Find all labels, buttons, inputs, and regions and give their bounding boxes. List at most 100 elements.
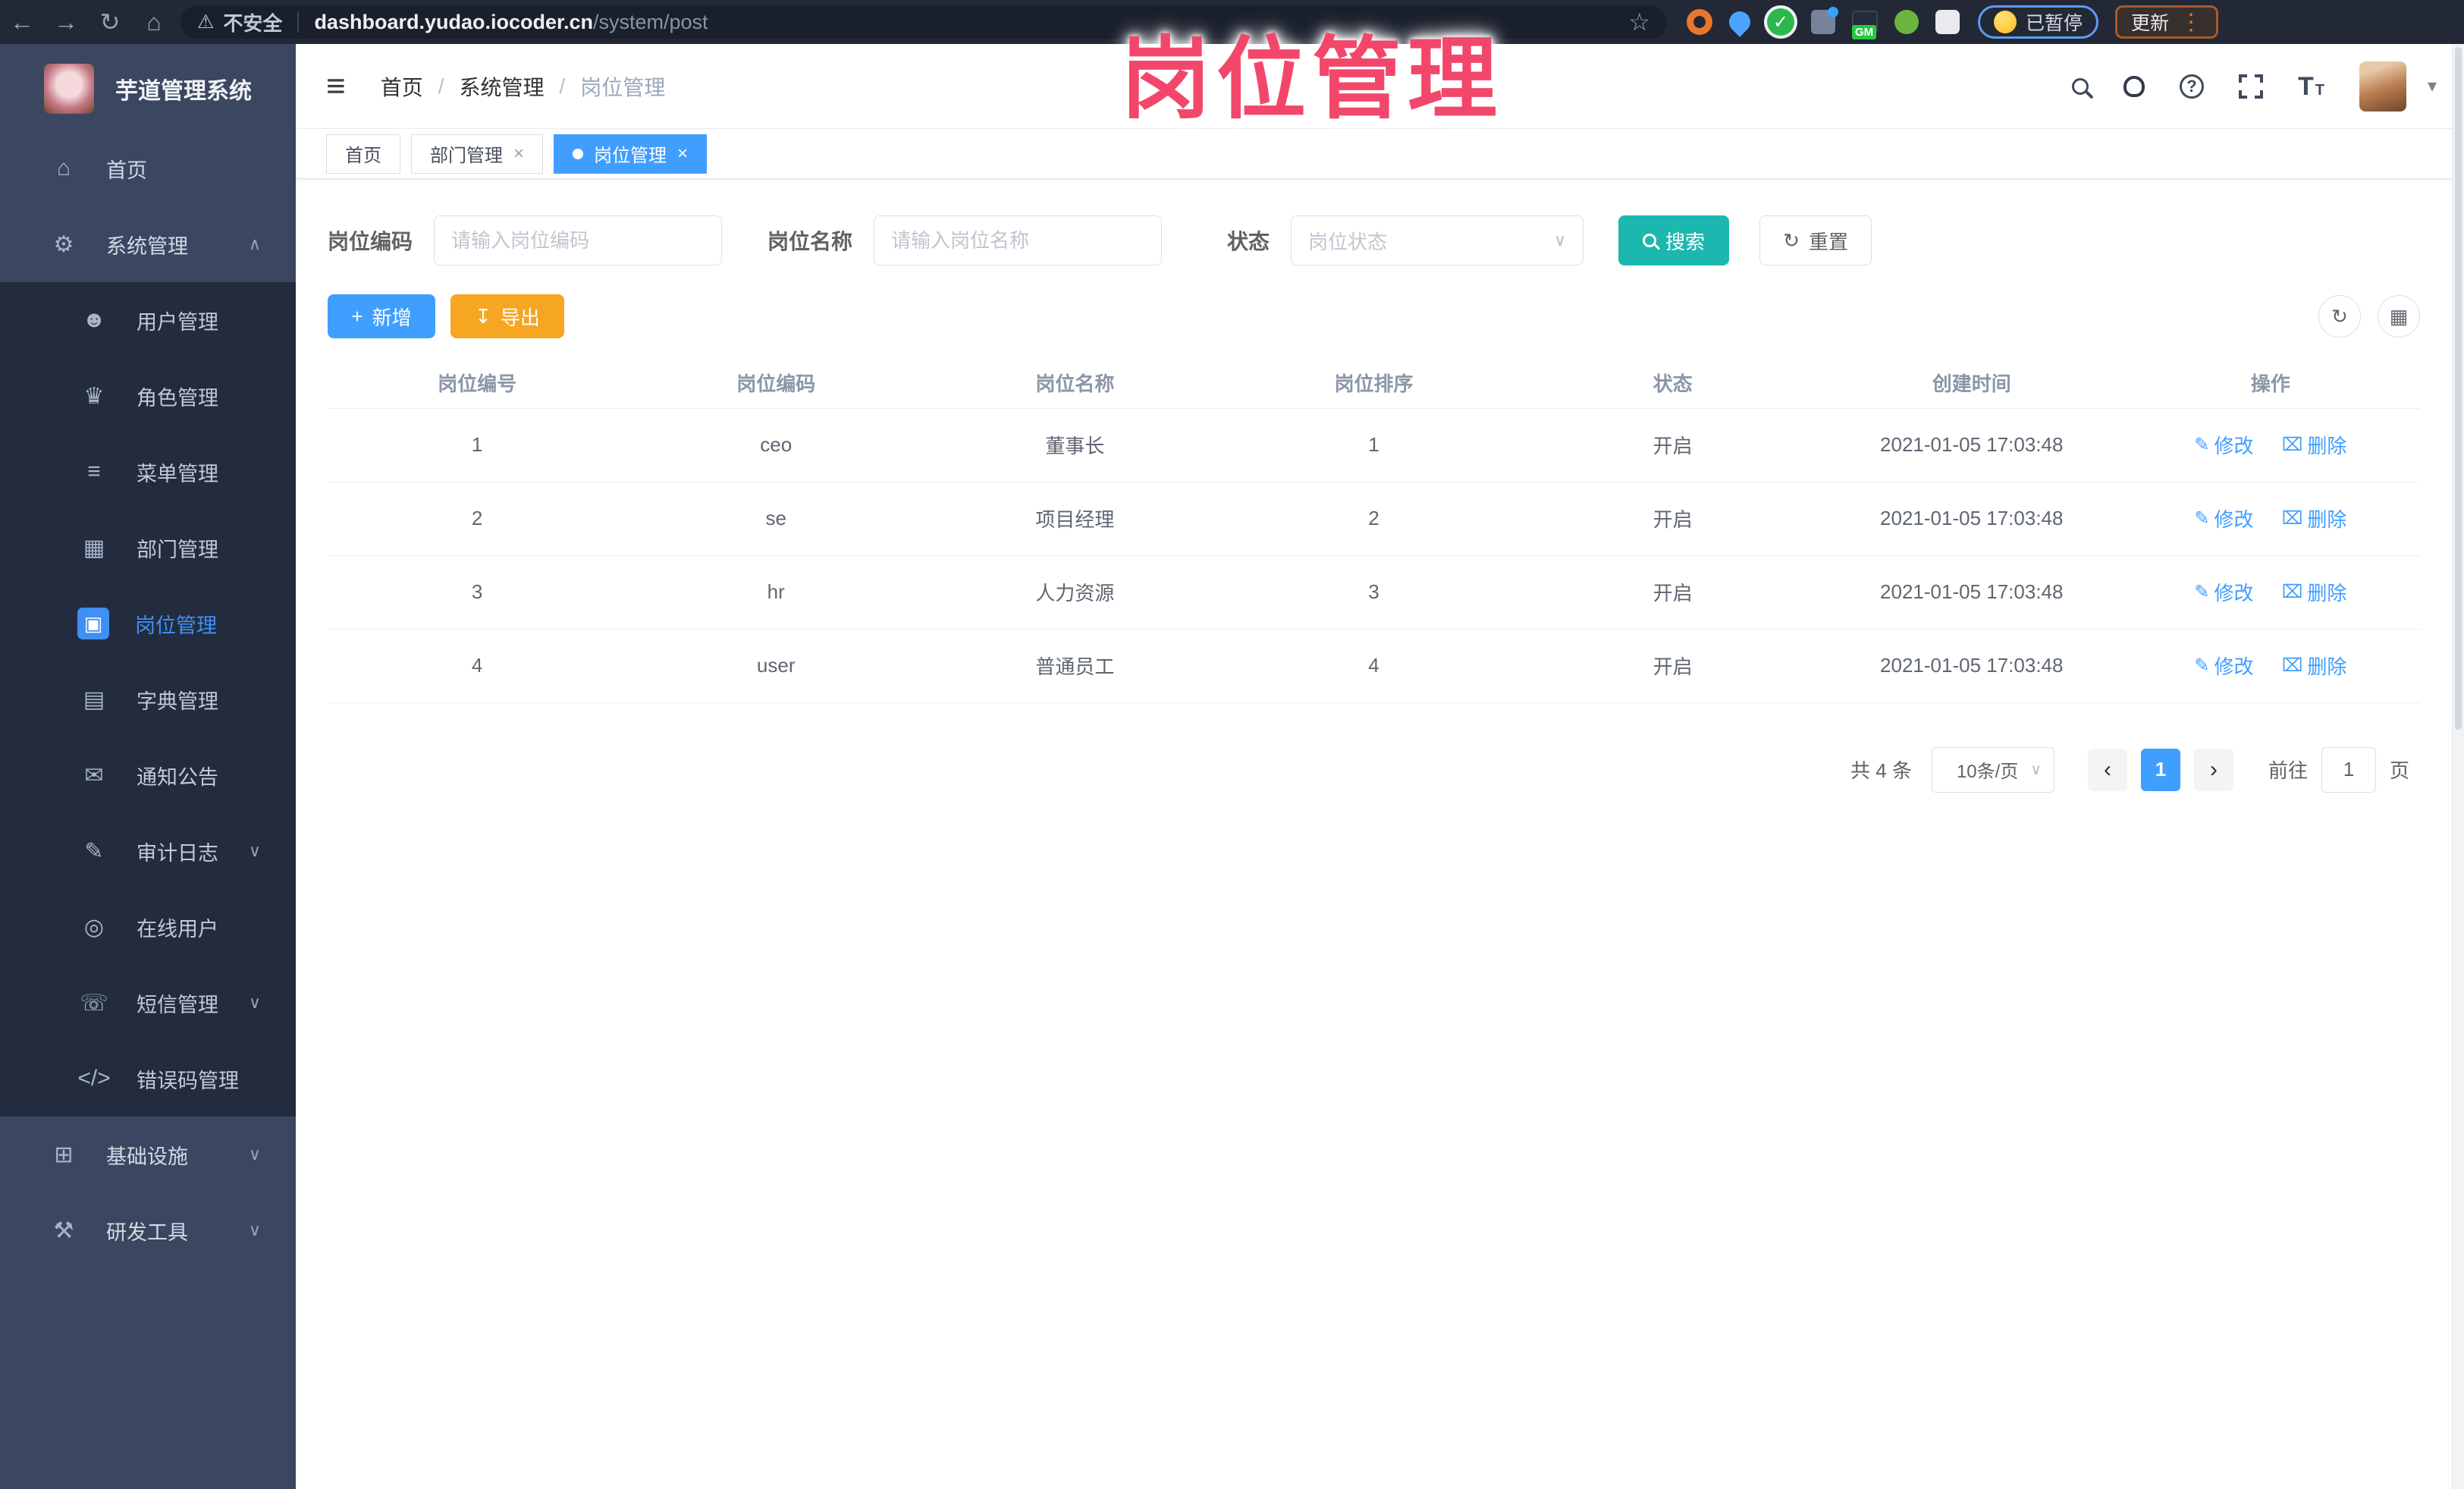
close-icon[interactable]: ×: [677, 143, 688, 165]
edit-link[interactable]: ✎ 修改: [2194, 652, 2253, 680]
page-scrollbar[interactable]: [2452, 44, 2464, 1489]
sidebar-item-dev-tools[interactable]: ⚒ 研发工具 ∨: [0, 1192, 296, 1268]
goto-page-input[interactable]: [2321, 746, 2376, 793]
cell-status: 开启: [1523, 555, 1822, 630]
extension-location-pin-icon[interactable]: [1725, 7, 1755, 37]
edit-link[interactable]: ✎ 修改: [2194, 504, 2253, 532]
edit-label: 修改: [2214, 508, 2254, 531]
edit-link[interactable]: ✎ 修改: [2194, 431, 2253, 459]
status-select[interactable]: 岗位状态 ∨: [1291, 215, 1584, 265]
breadcrumb-system[interactable]: 系统管理: [459, 71, 544, 102]
cell-post-id: 1: [328, 408, 627, 482]
avatar-caret-down-icon[interactable]: ▾: [2428, 75, 2437, 97]
browser-update-button[interactable]: 更新 ⋮: [2115, 5, 2219, 39]
reset-button-label: 重置: [1808, 230, 1848, 253]
sidebar-item-sms[interactable]: ☏ 短信管理 ∨: [0, 965, 296, 1041]
cell-actions: ✎ 修改 ⌧ 删除: [2120, 629, 2420, 703]
tab-departments[interactable]: 部门管理 ×: [411, 134, 544, 174]
post-code-label: 岗位编码: [328, 230, 413, 253]
delete-link[interactable]: ⌧ 删除: [2282, 578, 2347, 606]
browser-menu-kebab-icon[interactable]: ⋮: [2180, 9, 2202, 36]
search-icon[interactable]: [2071, 77, 2089, 95]
breadcrumb: 首页 / 系统管理 / 岗位管理: [381, 71, 666, 102]
sidebar-item-users[interactable]: ☻ 用户管理: [0, 282, 296, 358]
edit-label: 修改: [2214, 435, 2254, 457]
cell-status: 开启: [1523, 629, 1822, 703]
sidebar-item-label: 岗位管理: [135, 614, 217, 637]
extension-greasemonkey-icon[interactable]: GM: [1852, 11, 1878, 39]
add-button[interactable]: + 新增: [328, 294, 435, 338]
sidebar-item-error-codes[interactable]: </> 错误码管理: [0, 1041, 296, 1117]
download-icon: ↧: [475, 304, 491, 328]
prev-page-button[interactable]: ‹: [2087, 748, 2127, 791]
sidebar-item-home[interactable]: ⌂ 首页: [0, 130, 296, 206]
table-row: 2 se 项目经理 2 开启 2021-01-05 17:03:48 ✎ 修改 ⌧…: [328, 482, 2420, 556]
cell-post-name: 普通员工: [925, 629, 1225, 703]
refresh-table-button[interactable]: ↻: [2318, 295, 2361, 338]
cell-create-time: 2021-01-05 17:03:48: [1822, 555, 2121, 630]
scrollbar-thumb[interactable]: [2455, 47, 2462, 730]
extension-orange-ring-icon[interactable]: [1687, 9, 1712, 35]
github-icon[interactable]: [2123, 75, 2145, 97]
search-button[interactable]: 搜索: [1618, 215, 1730, 265]
browser-home-icon[interactable]: ⌂: [132, 8, 176, 36]
sidebar-item-departments[interactable]: ▦ 部门管理: [0, 510, 296, 586]
close-icon[interactable]: ×: [513, 143, 524, 165]
extension-grid-icon[interactable]: [1811, 7, 1838, 34]
sidebar-item-audit-log[interactable]: ✎ 审计日志 ∨: [0, 813, 296, 889]
next-page-button[interactable]: ›: [2193, 748, 2233, 791]
post-name-input[interactable]: [874, 215, 1163, 265]
code-icon: </>: [77, 1066, 111, 1091]
tab-posts[interactable]: 岗位管理 ×: [554, 134, 708, 174]
breadcrumb-home[interactable]: 首页: [381, 71, 423, 102]
sidebar-item-posts[interactable]: ▣ 岗位管理: [0, 586, 296, 661]
sidebar-item-label: 短信管理: [137, 993, 218, 1016]
delete-label: 删除: [2307, 508, 2347, 531]
export-button-label: 导出: [500, 306, 540, 329]
app-logo-row[interactable]: 芋道管理系统: [0, 44, 296, 130]
tab-home[interactable]: 首页: [326, 134, 400, 174]
user-avatar[interactable]: [2359, 61, 2406, 112]
bookmark-star-icon[interactable]: ☆: [1628, 8, 1650, 36]
delete-link[interactable]: ⌧ 删除: [2282, 504, 2347, 532]
extensions-puzzle-icon[interactable]: [1935, 10, 1960, 34]
fullscreen-icon[interactable]: [2238, 74, 2263, 99]
delete-icon: ⌧: [2281, 435, 2303, 455]
browser-forward-icon[interactable]: →: [44, 8, 88, 36]
security-label: 不安全: [223, 11, 283, 35]
browser-reload-icon[interactable]: ↻: [88, 8, 132, 36]
sidebar-item-notices[interactable]: ✉ 通知公告: [0, 737, 296, 813]
column-settings-button[interactable]: ▦: [2378, 295, 2420, 338]
paused-extension-pill[interactable]: 已暂停: [1978, 5, 2099, 39]
hamburger-icon[interactable]: ≡: [326, 68, 346, 105]
header-actions: ? T T ▾: [2071, 61, 2437, 112]
edit-link[interactable]: ✎ 修改: [2194, 578, 2253, 606]
col-post-id: 岗位编号: [328, 358, 627, 409]
status-select-placeholder: 岗位状态: [1308, 230, 1388, 253]
extension-green-check-icon[interactable]: ✓: [1767, 8, 1794, 36]
sidebar-item-dictionary[interactable]: ▤ 字典管理: [0, 661, 296, 737]
col-create-time: 创建时间: [1822, 358, 2121, 409]
sidebar-item-infrastructure[interactable]: ⊞ 基础设施 ∨: [0, 1117, 296, 1192]
sidebar-item-menus[interactable]: ≡ 菜单管理: [0, 434, 296, 510]
post-code-input[interactable]: [434, 215, 723, 265]
sidebar-item-online-users[interactable]: ◎ 在线用户: [0, 889, 296, 965]
page-size-select[interactable]: 10条/页 ∨: [1931, 746, 2054, 793]
current-page-button[interactable]: 1: [2140, 748, 2180, 791]
home-icon: ⌂: [56, 155, 71, 181]
browser-back-icon[interactable]: ←: [0, 8, 44, 36]
col-post-code: 岗位编码: [626, 358, 926, 409]
tagbar: 首页 部门管理 × 岗位管理 ×: [296, 129, 2464, 179]
reset-button[interactable]: ↻ 重置: [1759, 215, 1872, 265]
help-icon[interactable]: ?: [2179, 74, 2204, 99]
delete-link[interactable]: ⌧ 删除: [2282, 652, 2347, 680]
extension-leaf-icon[interactable]: [1894, 10, 1919, 34]
delete-link[interactable]: ⌧ 删除: [2282, 431, 2347, 459]
status-label: 状态: [1227, 230, 1270, 253]
export-button[interactable]: ↧ 导出: [450, 294, 564, 338]
font-size-icon[interactable]: T T: [2298, 74, 2324, 99]
sidebar-item-label: 审计日志: [137, 841, 218, 865]
security-warning-icon[interactable]: ⚠: [197, 11, 214, 33]
sidebar-item-roles[interactable]: ♛ 角色管理: [0, 358, 296, 434]
sidebar-item-system[interactable]: ⚙ 系统管理 ∧: [0, 206, 296, 282]
